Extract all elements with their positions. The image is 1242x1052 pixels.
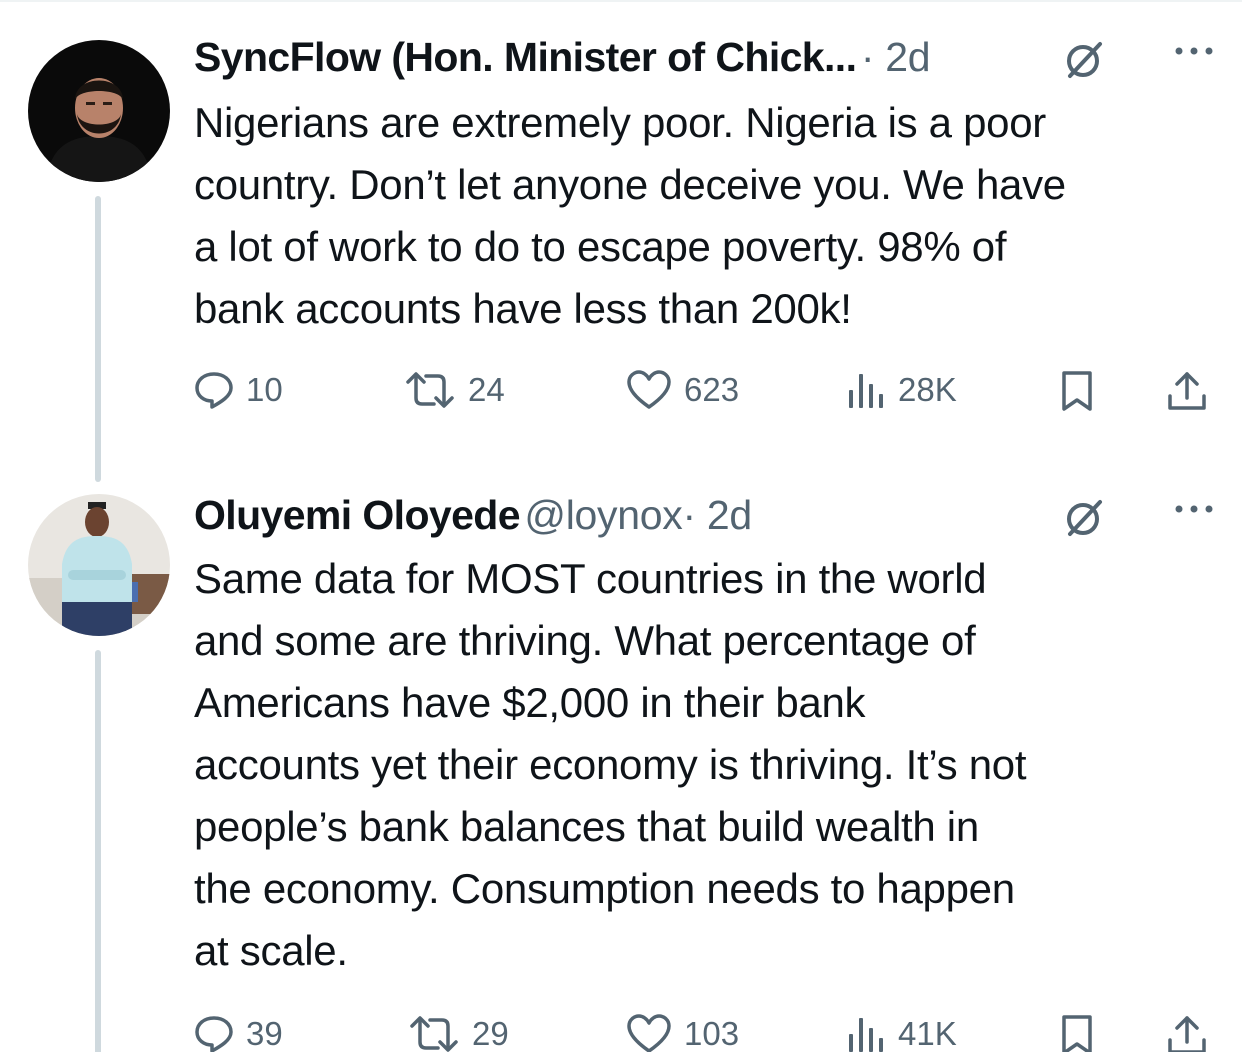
display-name[interactable]: Oluyemi Oloyede — [194, 492, 521, 538]
views-count: 41K — [898, 1015, 957, 1052]
action-bar: 39 29 103 41K — [194, 1014, 1214, 1052]
reply-button[interactable]: 10 — [194, 370, 283, 410]
avatar-syncflow[interactable] — [28, 40, 170, 182]
tweet-header: Oluyemi Oloyede @loynox· 2d — [194, 492, 1214, 542]
reply-button[interactable]: 39 — [194, 1014, 283, 1052]
share-icon — [1168, 372, 1206, 410]
tweet-1[interactable]: SyncFlow (Hon. Minister of Chick... · 2d… — [0, 0, 1242, 482]
tweet-time[interactable]: · 2d — [682, 492, 752, 538]
retweet-button[interactable]: 24 — [404, 370, 505, 410]
like-button[interactable]: 103 — [626, 1014, 739, 1052]
more-icon[interactable] — [1174, 502, 1214, 520]
like-count: 103 — [684, 1015, 740, 1052]
retweet-button[interactable]: 29 — [408, 1014, 509, 1052]
display-name[interactable]: SyncFlow (Hon. Minister of Chick... — [194, 34, 857, 80]
avatar-oluyemi[interactable] — [28, 494, 170, 636]
bookmark-button[interactable] — [1060, 370, 1094, 412]
user-handle[interactable]: @loynox — [524, 492, 682, 538]
tweet-header: SyncFlow (Hon. Minister of Chick... · 2d — [194, 34, 1214, 84]
reply-icon — [195, 372, 233, 409]
heart-icon — [627, 1014, 671, 1052]
heart-icon — [627, 370, 671, 409]
reply-icon — [195, 1016, 233, 1052]
bookmark-icon — [1062, 371, 1092, 411]
tweet-time[interactable]: · 2d — [861, 34, 931, 80]
share-button[interactable] — [1166, 1014, 1208, 1052]
like-count: 623 — [684, 371, 740, 408]
retweet-count: 29 — [472, 1015, 509, 1052]
reply-count: 10 — [246, 371, 283, 408]
views-icon — [849, 1018, 883, 1052]
more-icon[interactable] — [1174, 44, 1214, 62]
tweet-text: Same data for MOST countries in the worl… — [194, 555, 1027, 974]
grok-icon[interactable] — [1062, 38, 1106, 87]
thread-line — [95, 196, 101, 482]
views-icon — [849, 374, 883, 408]
views-count: 28K — [898, 371, 957, 408]
views-button[interactable]: 41K — [846, 1014, 957, 1052]
retweet-icon — [406, 372, 454, 408]
bookmark-icon — [1062, 1015, 1092, 1052]
tweet-text: Nigerians are extremely poor. Nigeria is… — [194, 99, 1066, 332]
reply-count: 39 — [246, 1015, 283, 1052]
tweet-2[interactable]: Oluyemi Oloyede @loynox· 2d Same data fo… — [0, 470, 1242, 1052]
share-icon — [1168, 1016, 1206, 1052]
like-button[interactable]: 623 — [626, 370, 739, 410]
share-button[interactable] — [1166, 370, 1208, 412]
retweet-count: 24 — [468, 371, 505, 408]
retweet-icon — [410, 1016, 458, 1052]
grok-icon[interactable] — [1062, 496, 1106, 545]
views-button[interactable]: 28K — [846, 370, 957, 410]
action-bar: 10 24 623 28K — [194, 370, 1214, 420]
thread-line — [95, 650, 101, 1052]
bookmark-button[interactable] — [1060, 1014, 1094, 1052]
